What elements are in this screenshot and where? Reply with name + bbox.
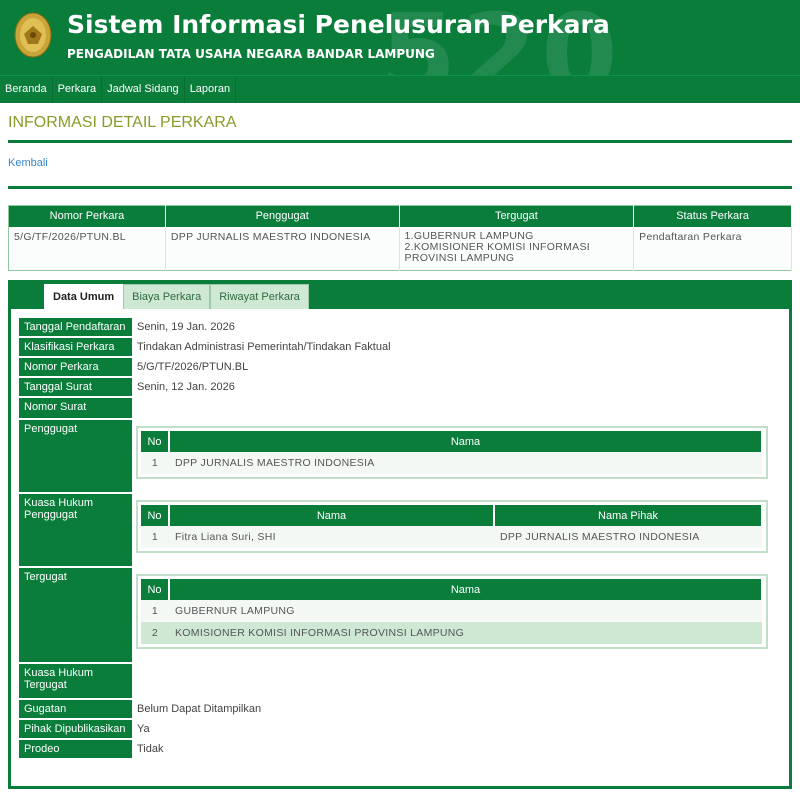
plaintiff-table: No Nama 1 DPP JURNALIS MAESTRO INDONESIA (141, 431, 763, 474)
table-row: 1 GUBERNUR LAMPUNG (141, 600, 762, 622)
field-label: Nomor Perkara (19, 358, 132, 376)
plaintiff-name: DPP JURNALIS MAESTRO INDONESIA (165, 226, 400, 271)
list-item: 2.KOMISIONER KOMISI INFORMASI PROVINSI L… (404, 240, 590, 264)
tab-content: Tanggal Pendaftaran Senin, 19 Jan. 2026 … (11, 309, 789, 786)
field-label: Penggugat (19, 420, 132, 492)
field-value: Tidak (137, 743, 164, 755)
column-header: Nama Pihak (494, 505, 763, 526)
field-label: Klasifikasi Perkara (19, 338, 132, 356)
list-item: 1.GUBERNUR LAMPUNG (404, 229, 534, 242)
table-header-row: Nomor Perkara Penggugat Tergugat Status … (8, 205, 792, 227)
column-header: Status Perkara (633, 205, 792, 227)
field-label: Kuasa Hukum Penggugat (19, 494, 132, 566)
field-label: Tanggal Pendaftaran (19, 318, 132, 336)
field-value: 5/G/TF/2026/PTUN.BL (137, 361, 249, 373)
table-header-row: No Nama (141, 431, 763, 452)
table-row: 1 DPP JURNALIS MAESTRO INDONESIA (141, 452, 762, 474)
case-status: Pendaftaran Perkara (633, 226, 792, 271)
field-label: Tergugat (19, 568, 132, 662)
column-header: No (141, 431, 170, 452)
cell-name: DPP JURNALIS MAESTRO INDONESIA (169, 452, 762, 474)
column-header: Nama (169, 431, 763, 452)
column-header: No (141, 505, 170, 526)
field-label: Pihak Dipublikasikan (19, 720, 132, 738)
table-row: 1 Fitra Liana Suri, SHI DPP JURNALIS MAE… (141, 526, 762, 548)
column-header: Nomor Perkara (8, 205, 166, 227)
field-value: Senin, 19 Jan. 2026 (137, 321, 235, 333)
plaintiff-table-wrapper: No Nama 1 DPP JURNALIS MAESTRO INDONESIA (136, 426, 768, 479)
field-value: Tindakan Administrasi Pemerintah/Tindaka… (137, 341, 391, 353)
field-label: Nomor Surat (19, 398, 132, 418)
detail-row: Klasifikasi Perkara Tindakan Administras… (19, 338, 783, 356)
detail-row: Tanggal Pendaftaran Senin, 19 Jan. 2026 (19, 318, 783, 336)
field-value: Ya (137, 723, 150, 735)
field-label: Gugatan (19, 700, 132, 718)
back-link[interactable]: Kembali (8, 157, 48, 169)
field-value: No Nama Nama Pihak 1 Fitra Liana Suri, S… (132, 494, 783, 566)
table-header-row: No Nama Nama Pihak (141, 505, 763, 526)
detail-row: Pihak Dipublikasikan Ya (19, 720, 783, 738)
divider (8, 140, 792, 143)
defendant-list: 1.GUBERNUR LAMPUNG 2.KOMISIONER KOMISI I… (399, 226, 635, 271)
detail-row: Kuasa Hukum Penggugat No Nama Nama Pihak… (19, 494, 783, 566)
divider (8, 186, 792, 189)
field-value: No Nama 1 DPP JURNALIS MAESTRO INDONESIA (132, 420, 783, 492)
case-detail-table: Tanggal Pendaftaran Senin, 19 Jan. 2026 … (19, 316, 783, 760)
nav-item-beranda[interactable]: Beranda (0, 76, 53, 103)
tab-riwayat-perkara[interactable]: Riwayat Perkara (210, 284, 309, 310)
field-label: Prodeo (19, 740, 132, 758)
detail-row: Penggugat No Nama 1 DPP JURNALIS MAESTRO… (19, 420, 783, 492)
nav-item-laporan[interactable]: Laporan (185, 76, 237, 103)
cell-no: 1 (141, 600, 169, 622)
tab-bar: Data Umum Biaya Perkara Riwayat Perkara (44, 284, 309, 310)
detail-row: Tergugat No Nama 1 GUBERNUR LAMPUNG 2 KO… (19, 568, 783, 662)
court-emblem-icon (14, 12, 52, 58)
main-nav: Beranda Perkara Jadwal Sidang Laporan (0, 75, 800, 103)
column-header: Nama (169, 579, 763, 600)
column-header: Tergugat (399, 205, 635, 227)
cell-name: KOMISIONER KOMISI INFORMASI PROVINSI LAM… (169, 622, 762, 644)
detail-row: Kuasa Hukum Tergugat (19, 664, 783, 698)
table-row: 2 KOMISIONER KOMISI INFORMASI PROVINSI L… (141, 622, 762, 644)
detail-row: Gugatan Belum Dapat Ditampilkan (19, 700, 783, 718)
cell-name: Fitra Liana Suri, SHI (169, 526, 494, 548)
case-summary-table: Nomor Perkara Penggugat Tergugat Status … (8, 205, 792, 271)
column-header: Penggugat (165, 205, 400, 227)
plaintiff-counsel-table: No Nama Nama Pihak 1 Fitra Liana Suri, S… (141, 505, 763, 548)
nav-item-jadwal-sidang[interactable]: Jadwal Sidang (102, 76, 185, 103)
table-row: 5/G/TF/2026/PTUN.BL DPP JURNALIS MAESTRO… (8, 226, 792, 271)
field-value: Senin, 12 Jan. 2026 (137, 381, 235, 393)
field-value: No Nama 1 GUBERNUR LAMPUNG 2 KOMISIONER … (132, 568, 783, 662)
field-value (132, 398, 783, 418)
app-subtitle: PENGADILAN TATA USAHA NEGARA BANDAR LAMP… (67, 47, 435, 61)
page-title: INFORMASI DETAIL PERKARA (8, 114, 237, 131)
tab-biaya-perkara[interactable]: Biaya Perkara (123, 284, 211, 310)
field-label: Tanggal Surat (19, 378, 132, 396)
detail-row: Prodeo Tidak (19, 740, 783, 758)
detail-row: Tanggal Surat Senin, 12 Jan. 2026 (19, 378, 783, 396)
column-header: No (141, 579, 170, 600)
cell-no: 1 (141, 526, 169, 548)
table-header-row: No Nama (141, 579, 763, 600)
app-title: Sistem Informasi Penelusuran Perkara (67, 10, 610, 39)
cell-no: 1 (141, 452, 169, 474)
field-value (132, 664, 783, 698)
detail-row: Nomor Surat (19, 398, 783, 418)
cell-name: GUBERNUR LAMPUNG (169, 600, 762, 622)
field-value: Belum Dapat Ditampilkan (137, 703, 262, 715)
detail-row: Nomor Perkara 5/G/TF/2026/PTUN.BL (19, 358, 783, 376)
field-label: Kuasa Hukum Tergugat (19, 664, 132, 698)
app-header: 520 Sistem Informasi Penelusuran Perkara… (0, 0, 800, 75)
detail-panel: Data Umum Biaya Perkara Riwayat Perkara … (8, 280, 792, 789)
cell-party-name: DPP JURNALIS MAESTRO INDONESIA (494, 526, 762, 548)
plaintiff-counsel-table-wrapper: No Nama Nama Pihak 1 Fitra Liana Suri, S… (136, 500, 768, 553)
cell-no: 2 (141, 622, 169, 644)
column-header: Nama (169, 505, 495, 526)
defendant-table: No Nama 1 GUBERNUR LAMPUNG 2 KOMISIONER … (141, 579, 763, 644)
case-number: 5/G/TF/2026/PTUN.BL (8, 226, 166, 271)
tab-data-umum[interactable]: Data Umum (44, 284, 124, 310)
nav-item-perkara[interactable]: Perkara (53, 76, 103, 103)
defendant-table-wrapper: No Nama 1 GUBERNUR LAMPUNG 2 KOMISIONER … (136, 574, 768, 649)
